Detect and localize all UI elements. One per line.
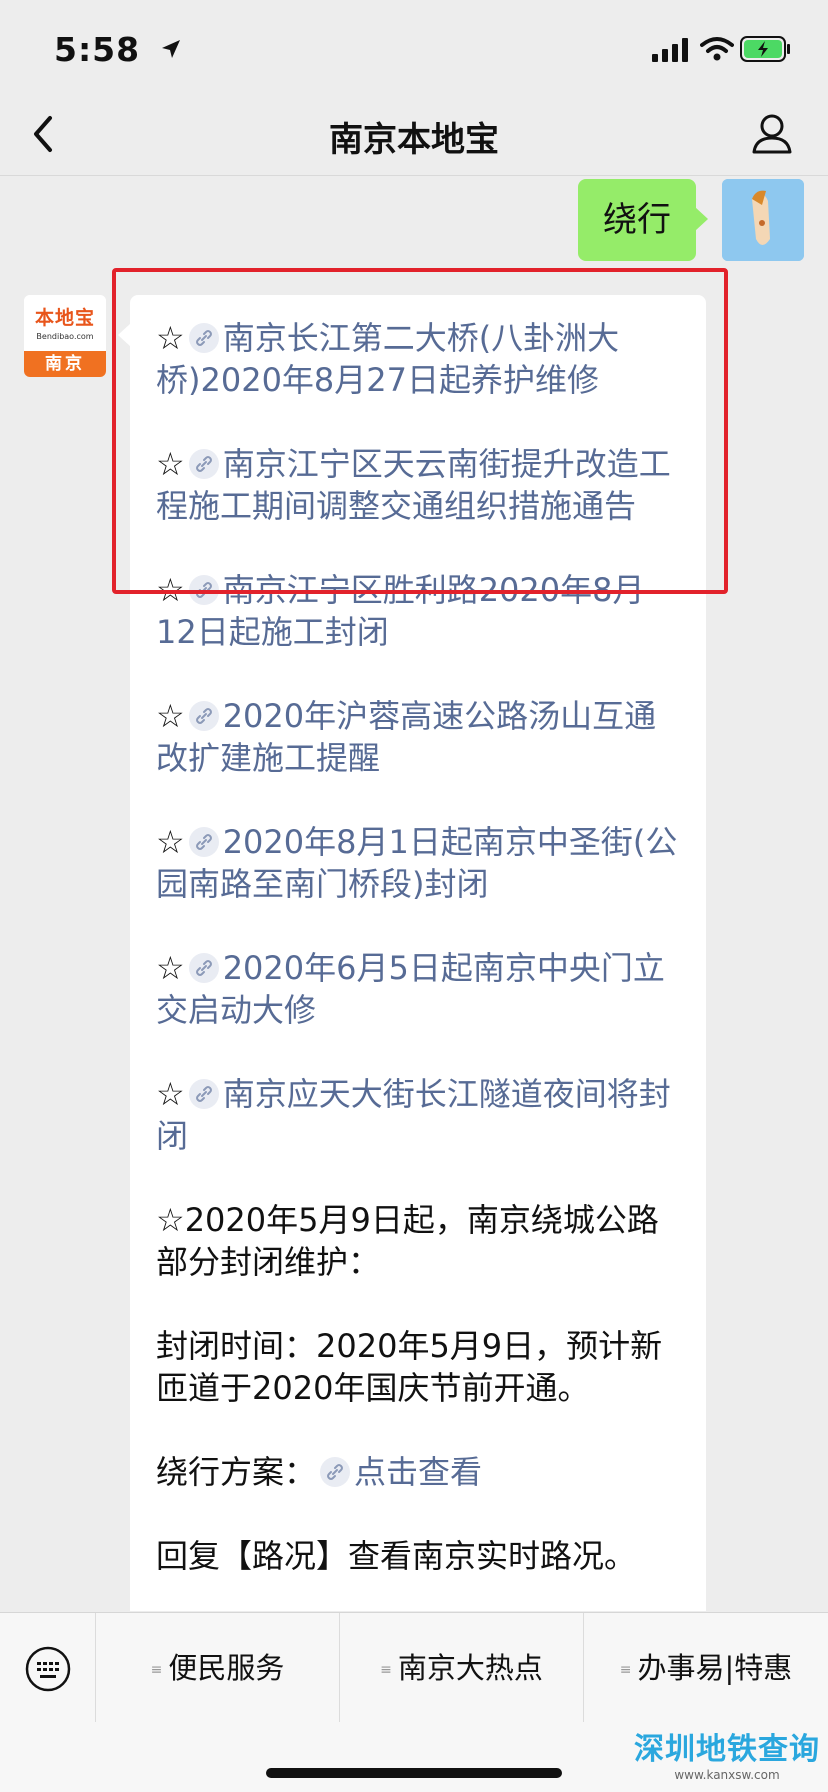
menu-tab-services[interactable]: ≡ 便民服务	[96, 1613, 340, 1723]
menu-tab-label: 办事易|特惠	[637, 1651, 793, 1685]
menu-tab-hot-topics[interactable]: ≡ 南京大热点	[340, 1613, 584, 1723]
menu-list-icon: ≡	[380, 1662, 392, 1678]
logo-url: Bendibao.com	[36, 332, 94, 341]
bot-avatar[interactable]: 本地宝 Bendibao.com 南京	[24, 295, 106, 377]
my-message-bubble[interactable]: 绕行	[578, 179, 708, 261]
message-link[interactable]: 南京江宁区天云南街提升改造工程施工期间调整交通组织措施通告	[156, 445, 671, 525]
watermark-text: 深圳地铁查询	[634, 1732, 820, 1767]
bendibao-logo: 本地宝 Bendibao.com	[24, 295, 106, 351]
menu-tab-label: 便民服务	[168, 1651, 285, 1685]
bot-message-bubble: ☆ 南京长江第二大桥(八卦洲大桥)2020年8月27日起养护维修 ☆ 南京江宁区天云…	[118, 295, 706, 1611]
link-icon	[188, 449, 219, 479]
message-link[interactable]: 南京江宁区胜利路2020年8月12日起施工封闭	[156, 571, 645, 651]
reply-hint-text: 回复【路况】查看南京实时路况。	[156, 1537, 637, 1575]
keyboard-toggle-button[interactable]	[0, 1613, 96, 1723]
star-icon: ☆	[156, 949, 185, 987]
watermark-url: www.kanxsw.com	[674, 1768, 780, 1782]
watermark: 深圳地铁查询 www.kanxsw.com	[634, 1724, 820, 1782]
status-bar: 5:58	[0, 0, 828, 96]
cellular-signal-icon	[652, 38, 692, 66]
star-icon: ☆	[156, 319, 185, 357]
nav-bar: 南京本地宝	[0, 96, 828, 176]
my-avatar[interactable]	[722, 179, 804, 261]
menu-tab-affairs-deals[interactable]: ≡ 办事易|特惠	[584, 1613, 828, 1723]
link-icon	[188, 701, 219, 731]
link-icon	[188, 1079, 219, 1109]
list-item[interactable]: ☆ 2020年沪蓉高速公路汤山互通改扩建施工提醒	[156, 695, 684, 779]
keyboard-icon	[25, 1646, 71, 1692]
message-link[interactable]: 南京长江第二大桥(八卦洲大桥)2020年8月27日起养护维修	[156, 319, 619, 399]
link-icon	[320, 1457, 351, 1487]
star-icon: ☆	[156, 445, 185, 483]
star-icon: ☆	[156, 823, 185, 861]
my-message-row: 绕行	[554, 179, 804, 263]
list-item[interactable]: ☆ 南京应天大街长江隧道夜间将封闭	[156, 1073, 684, 1157]
chat-area[interactable]: 绕行 本地宝 Bendibao.com 南京 ☆ 南京长江第二大桥(八卦洲大桥)2…	[0, 177, 828, 1611]
message-link[interactable]: 南京应天大街长江隧道夜间将封闭	[156, 1075, 671, 1155]
menu-list-icon: ≡	[150, 1662, 163, 1678]
list-item[interactable]: ☆ 2020年6月5日起南京中央门立交启动大修	[156, 947, 684, 1031]
menu-tab-label: 南京大热点	[397, 1651, 543, 1685]
location-arrow-icon	[160, 38, 182, 64]
status-time: 5:58	[54, 30, 141, 69]
star-icon: ☆	[156, 697, 185, 735]
wifi-icon	[700, 36, 734, 66]
list-item[interactable]: ☆ 南京长江第二大桥(八卦洲大桥)2020年8月27日起养护维修	[156, 317, 684, 401]
notice-time-text: 封闭时间：2020年5月9日，预计新匝道于2020年国庆节前开通。	[156, 1327, 663, 1407]
logo-city: 南京	[24, 351, 106, 377]
link-icon	[188, 575, 219, 605]
star-icon: ☆	[156, 1075, 185, 1113]
route-label: 绕行方案：	[156, 1453, 317, 1491]
battery-icon	[740, 36, 792, 66]
notice-text: ☆2020年5月9日起，南京绕城公路部分封闭维护：	[156, 1201, 659, 1281]
menu-list-icon: ≡	[619, 1662, 632, 1678]
message-link[interactable]: 2020年6月5日起南京中央门立交启动大修	[156, 949, 665, 1029]
logo-brand: 本地宝	[34, 307, 95, 329]
list-item[interactable]: ☆ 2020年8月1日起南京中圣街(公园南路至南门桥段)封闭	[156, 821, 684, 905]
message-link[interactable]: 2020年8月1日起南京中圣街(公园南路至南门桥段)封闭	[156, 823, 677, 903]
link-icon	[188, 953, 219, 983]
message-link[interactable]: 2020年沪蓉高速公路汤山互通改扩建施工提醒	[156, 697, 656, 777]
bottom-menu: ≡ 便民服务 ≡ 南京大热点 ≡ 办事易|特惠	[0, 1612, 828, 1723]
list-item[interactable]: ☆ 南京江宁区天云南街提升改造工程施工期间调整交通组织措施通告	[156, 443, 684, 527]
link-icon	[188, 827, 219, 857]
star-icon: ☆	[156, 571, 185, 609]
page-title: 南京本地宝	[329, 120, 499, 160]
link-icon	[188, 323, 219, 353]
route-link[interactable]: 点击查看	[354, 1453, 482, 1491]
home-indicator[interactable]	[266, 1768, 562, 1778]
list-item[interactable]: ☆ 南京江宁区胜利路2020年8月12日起施工封闭	[156, 569, 684, 653]
profile-icon[interactable]	[748, 110, 796, 162]
bottom-safe-area: 深圳地铁查询 www.kanxsw.com	[0, 1722, 828, 1792]
route-plan-line: 绕行方案： 点击查看	[156, 1451, 684, 1493]
